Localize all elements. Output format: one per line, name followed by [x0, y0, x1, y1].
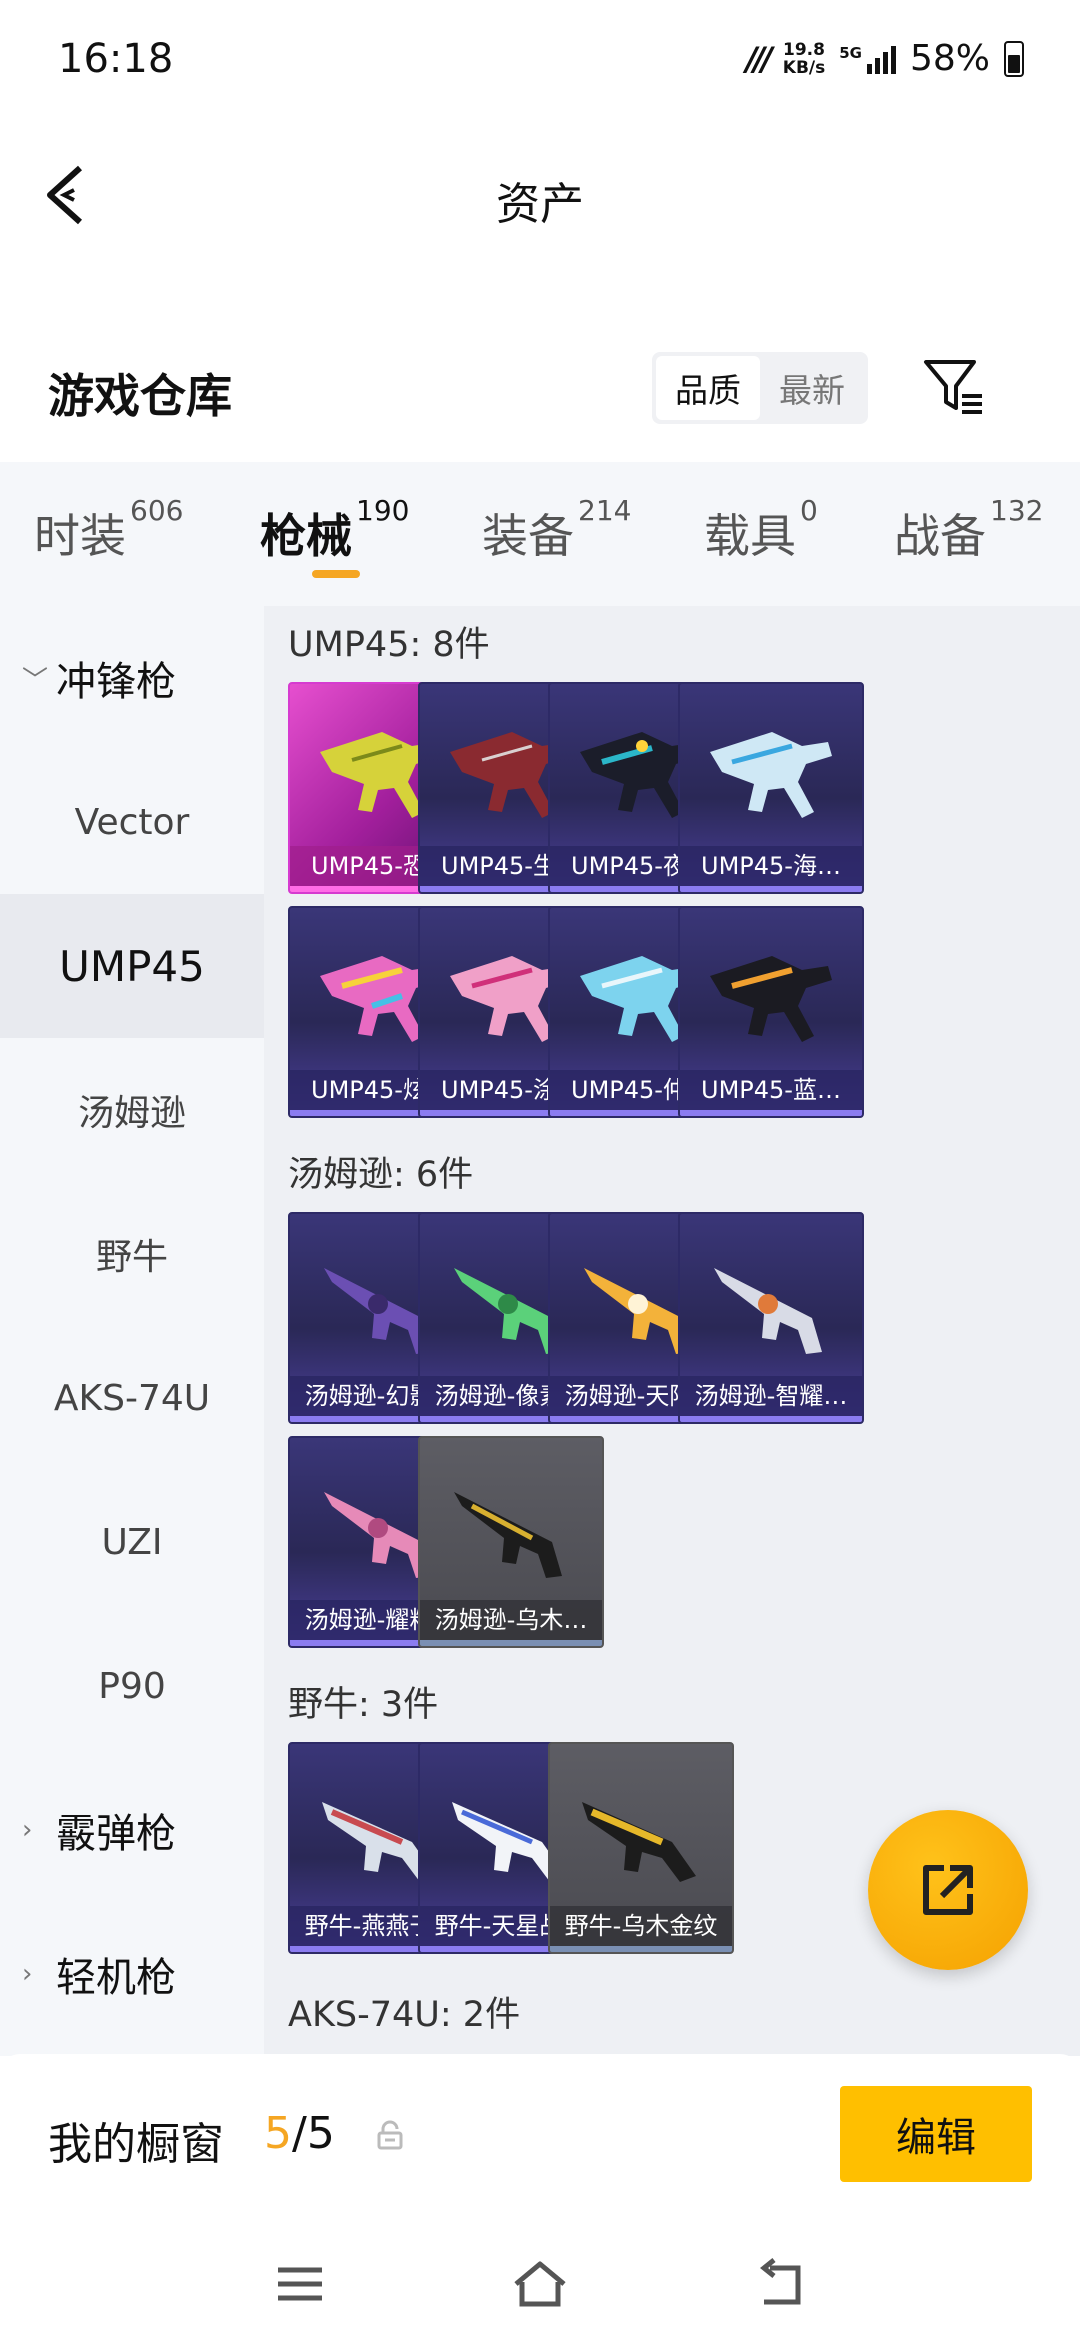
tab-count: 606: [130, 494, 184, 527]
skin-name: 汤姆逊-智耀…: [680, 1376, 862, 1416]
sidebar-item-uzi[interactable]: UZI: [0, 1470, 264, 1614]
tab-count: 214: [578, 494, 632, 527]
tommy-gun-skin-icon: [714, 1268, 822, 1354]
tab-equipment[interactable]: 装备 214: [482, 494, 631, 566]
sidebar-item-label: 轻机枪: [56, 1955, 176, 2001]
tab-active-indicator: [312, 570, 360, 578]
battery-icon: [1004, 40, 1024, 77]
tab-label: 载具: [704, 509, 796, 563]
rarity-bar: [680, 1110, 862, 1116]
sidebar-item-ump45[interactable]: UMP45: [0, 894, 264, 1038]
tab-fashion[interactable]: 时装 606: [34, 494, 183, 566]
skin-name: 野牛-乌木金纹: [550, 1906, 732, 1946]
tab-count: 190: [356, 494, 410, 527]
signal-icon: 5G: [839, 44, 896, 74]
sort-newest-button[interactable]: 最新: [760, 356, 864, 420]
chevron-right-icon: ›: [22, 1815, 33, 1845]
sidebar-group-smg[interactable]: ﹀ 冲锋枪: [0, 606, 264, 750]
tab-label: 时装: [34, 509, 126, 563]
battery-percent: 58%: [909, 38, 990, 79]
skin-card[interactable]: 野牛-乌木金纹: [548, 1742, 734, 1954]
data-activity-icon: ///: [745, 39, 773, 78]
share-export-icon: [923, 1865, 973, 1915]
chevron-down-icon: ﹀: [22, 665, 49, 696]
edit-button[interactable]: 编辑: [840, 2086, 1032, 2182]
tommy-gun-skin-icon: [454, 1492, 562, 1578]
skin-card[interactable]: 汤姆逊-智耀…: [678, 1212, 864, 1424]
filter-button[interactable]: [920, 354, 986, 420]
rarity-bar: [420, 1640, 602, 1646]
home-icon[interactable]: [510, 2254, 570, 2314]
smg-skin-icon: [710, 732, 832, 818]
back-icon[interactable]: [750, 2254, 810, 2314]
status-icons: /// 19.8 KB/s 5G 58%: [746, 38, 1024, 79]
status-time: 16:18: [58, 36, 174, 82]
sidebar-item-label: 冲锋枪: [56, 659, 176, 705]
status-bar: 16:18 /// 19.8 KB/s 5G 58%: [0, 0, 1080, 120]
tab-label: 战备: [894, 509, 986, 563]
menu-icon[interactable]: [270, 2254, 330, 2314]
showcase-count: 5/5: [264, 2108, 335, 2159]
sidebar-item-p90[interactable]: P90: [0, 1614, 264, 1758]
showcase-total: /5: [292, 2108, 335, 2159]
skin-name: 汤姆逊-乌木…: [420, 1600, 602, 1640]
bizon-skin-icon: [582, 1802, 696, 1882]
chevron-right-icon: ›: [22, 1959, 33, 1989]
sidebar-item-label: 霰弹枪: [56, 1811, 176, 1857]
tab-count: 132: [990, 494, 1044, 527]
system-nav-bar: [0, 2224, 1080, 2344]
skin-card[interactable]: UMP45-蓝…: [678, 906, 864, 1118]
network-type: 5G: [839, 43, 862, 62]
rarity-bar: [680, 1416, 862, 1422]
showcase-panel: 我的橱窗 5/5 编辑: [0, 2054, 1080, 2224]
filter-icon: [924, 360, 982, 414]
category-tabs: 时装 606 枪械 190 装备 214 载具 0 战备 132: [0, 462, 1080, 606]
tab-label: 装备: [482, 509, 574, 563]
smg-skin-icon: [710, 956, 832, 1042]
sidebar-item-aks74u[interactable]: AKS-74U: [0, 1326, 264, 1470]
skin-name: UMP45-蓝…: [680, 1070, 862, 1110]
group-label-thompson: 汤姆逊: 6件: [288, 1155, 474, 1195]
share-fab-button[interactable]: [868, 1810, 1028, 1970]
weapon-category-sidebar: ﹀ 冲锋枪 Vector UMP45 汤姆逊 野牛 AKS-74U UZI P90…: [0, 606, 264, 2056]
group-label-bizon: 野牛: 3件: [288, 1685, 439, 1725]
tab-vehicles[interactable]: 载具 0: [704, 494, 818, 566]
tab-firearms[interactable]: 枪械 190: [260, 494, 409, 566]
group-label-aks74u: AKS-74U: 2件: [288, 1995, 521, 2035]
group-label-ump45: UMP45: 8件: [288, 625, 490, 665]
sidebar-item-vector[interactable]: Vector: [0, 750, 264, 894]
skin-name: UMP45-海…: [680, 846, 862, 886]
net-speed-value: 19.8: [783, 39, 825, 60]
skin-card[interactable]: 汤姆逊-乌木…: [418, 1436, 604, 1648]
rarity-bar: [550, 1946, 732, 1952]
sidebar-group-shotgun[interactable]: › 霰弹枪: [0, 1758, 264, 1902]
net-speed-unit: KB/s: [782, 57, 826, 78]
showcase-label: 我的橱窗: [48, 2119, 224, 2170]
page-title: 资产: [496, 179, 584, 230]
sort-quality-button[interactable]: 品质: [656, 356, 760, 420]
sort-toggle: 品质 最新: [652, 352, 868, 424]
warehouse-title: 游戏仓库: [48, 369, 232, 423]
tab-label: 枪械: [260, 509, 352, 563]
showcase-current: 5: [264, 2108, 292, 2159]
rarity-bar: [680, 886, 862, 892]
tab-supplies[interactable]: 战备 132: [894, 494, 1043, 566]
sidebar-item-bizon[interactable]: 野牛: [0, 1182, 264, 1326]
sidebar-group-lmg[interactable]: › 轻机枪: [0, 1902, 264, 2046]
net-speed: 19.8 KB/s: [783, 41, 825, 77]
sidebar-item-thompson[interactable]: 汤姆逊: [0, 1038, 264, 1182]
tab-count: 0: [800, 494, 818, 527]
lock-icon: [377, 2120, 403, 2150]
skin-card[interactable]: UMP45-海…: [678, 682, 864, 894]
